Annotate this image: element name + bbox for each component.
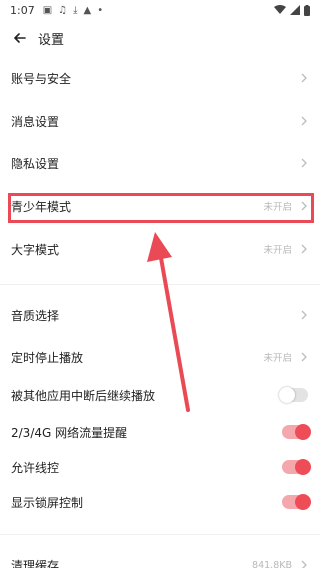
settings-item-value: 未开启 bbox=[263, 353, 292, 364]
settings-item-audio-quality[interactable]: 音质选择 bbox=[0, 294, 320, 336]
toggle-knob bbox=[295, 459, 311, 475]
wifi-icon bbox=[274, 5, 286, 14]
toggle-knob bbox=[295, 494, 311, 510]
annotation-highlight-box bbox=[8, 193, 314, 223]
data-usage-alert-toggle[interactable] bbox=[282, 424, 311, 440]
signal-icon bbox=[290, 5, 300, 15]
settings-item-message[interactable]: 消息设置 bbox=[0, 100, 320, 142]
lockscreen-control-toggle[interactable] bbox=[282, 494, 311, 510]
settings-item-label: 允许线控 bbox=[11, 460, 60, 475]
image-icon: ▣ bbox=[42, 4, 53, 16]
battery-icon bbox=[304, 4, 310, 16]
settings-item-label: 定时停止播放 bbox=[11, 350, 84, 365]
header: 设置 bbox=[0, 20, 320, 56]
toggle-knob bbox=[279, 387, 295, 403]
back-button[interactable] bbox=[2, 20, 38, 56]
settings-item-large-font[interactable]: 大字模式 未开启 bbox=[0, 228, 320, 270]
settings-item-privacy[interactable]: 隐私设置 bbox=[0, 142, 320, 184]
settings-item-label: 消息设置 bbox=[11, 114, 60, 129]
settings-item-resume-after-interrupt: 被其他应用中断后继续播放 bbox=[0, 374, 320, 416]
a-icon: ▲ bbox=[83, 4, 92, 16]
settings-item-sleep-timer[interactable]: 定时停止播放 未开启 bbox=[0, 336, 320, 378]
chevron-right-icon bbox=[300, 73, 308, 83]
status-bar: 1:07 ▣ ♫ ⤓ ▲ • bbox=[0, 0, 320, 20]
settings-item-label: 账号与安全 bbox=[11, 71, 72, 86]
settings-item-label: 大字模式 bbox=[11, 242, 60, 257]
settings-item-label: 显示锁屏控制 bbox=[11, 495, 84, 510]
chevron-right-icon bbox=[300, 158, 308, 168]
section-divider bbox=[0, 534, 320, 535]
settings-item-label: 2/3/4G 网络流量提醒 bbox=[11, 425, 128, 440]
chevron-right-icon bbox=[300, 352, 308, 362]
settings-item-account-security[interactable]: 账号与安全 bbox=[0, 57, 320, 99]
settings-item-value: 841.8KB bbox=[252, 559, 292, 568]
chevron-right-icon bbox=[300, 560, 308, 568]
settings-item-label: 隐私设置 bbox=[11, 156, 60, 171]
toggle-knob bbox=[295, 424, 311, 440]
settings-item-label: 清理缓存 bbox=[11, 558, 60, 568]
settings-item-clear-cache[interactable]: 清理缓存 841.8KB bbox=[0, 544, 320, 568]
wire-control-toggle[interactable] bbox=[282, 459, 311, 475]
page-title: 设置 bbox=[38, 32, 65, 48]
chevron-right-icon bbox=[300, 116, 308, 126]
resume-after-interrupt-toggle[interactable] bbox=[279, 387, 308, 403]
settings-item-value: 未开启 bbox=[263, 245, 292, 256]
music-icon: ♫ bbox=[58, 4, 68, 16]
status-time: 1:07 bbox=[10, 3, 35, 17]
settings-item-label: 被其他应用中断后继续播放 bbox=[11, 388, 156, 403]
chevron-right-icon bbox=[300, 310, 308, 320]
settings-item-lockscreen-control: 显示锁屏控制 bbox=[0, 481, 320, 523]
chevron-right-icon bbox=[300, 244, 308, 254]
section-divider bbox=[0, 284, 320, 285]
back-arrow-icon bbox=[14, 33, 26, 43]
settings-item-label: 音质选择 bbox=[11, 308, 60, 323]
dot-icon: • bbox=[97, 4, 104, 16]
download-icon: ⤓ bbox=[73, 4, 78, 16]
